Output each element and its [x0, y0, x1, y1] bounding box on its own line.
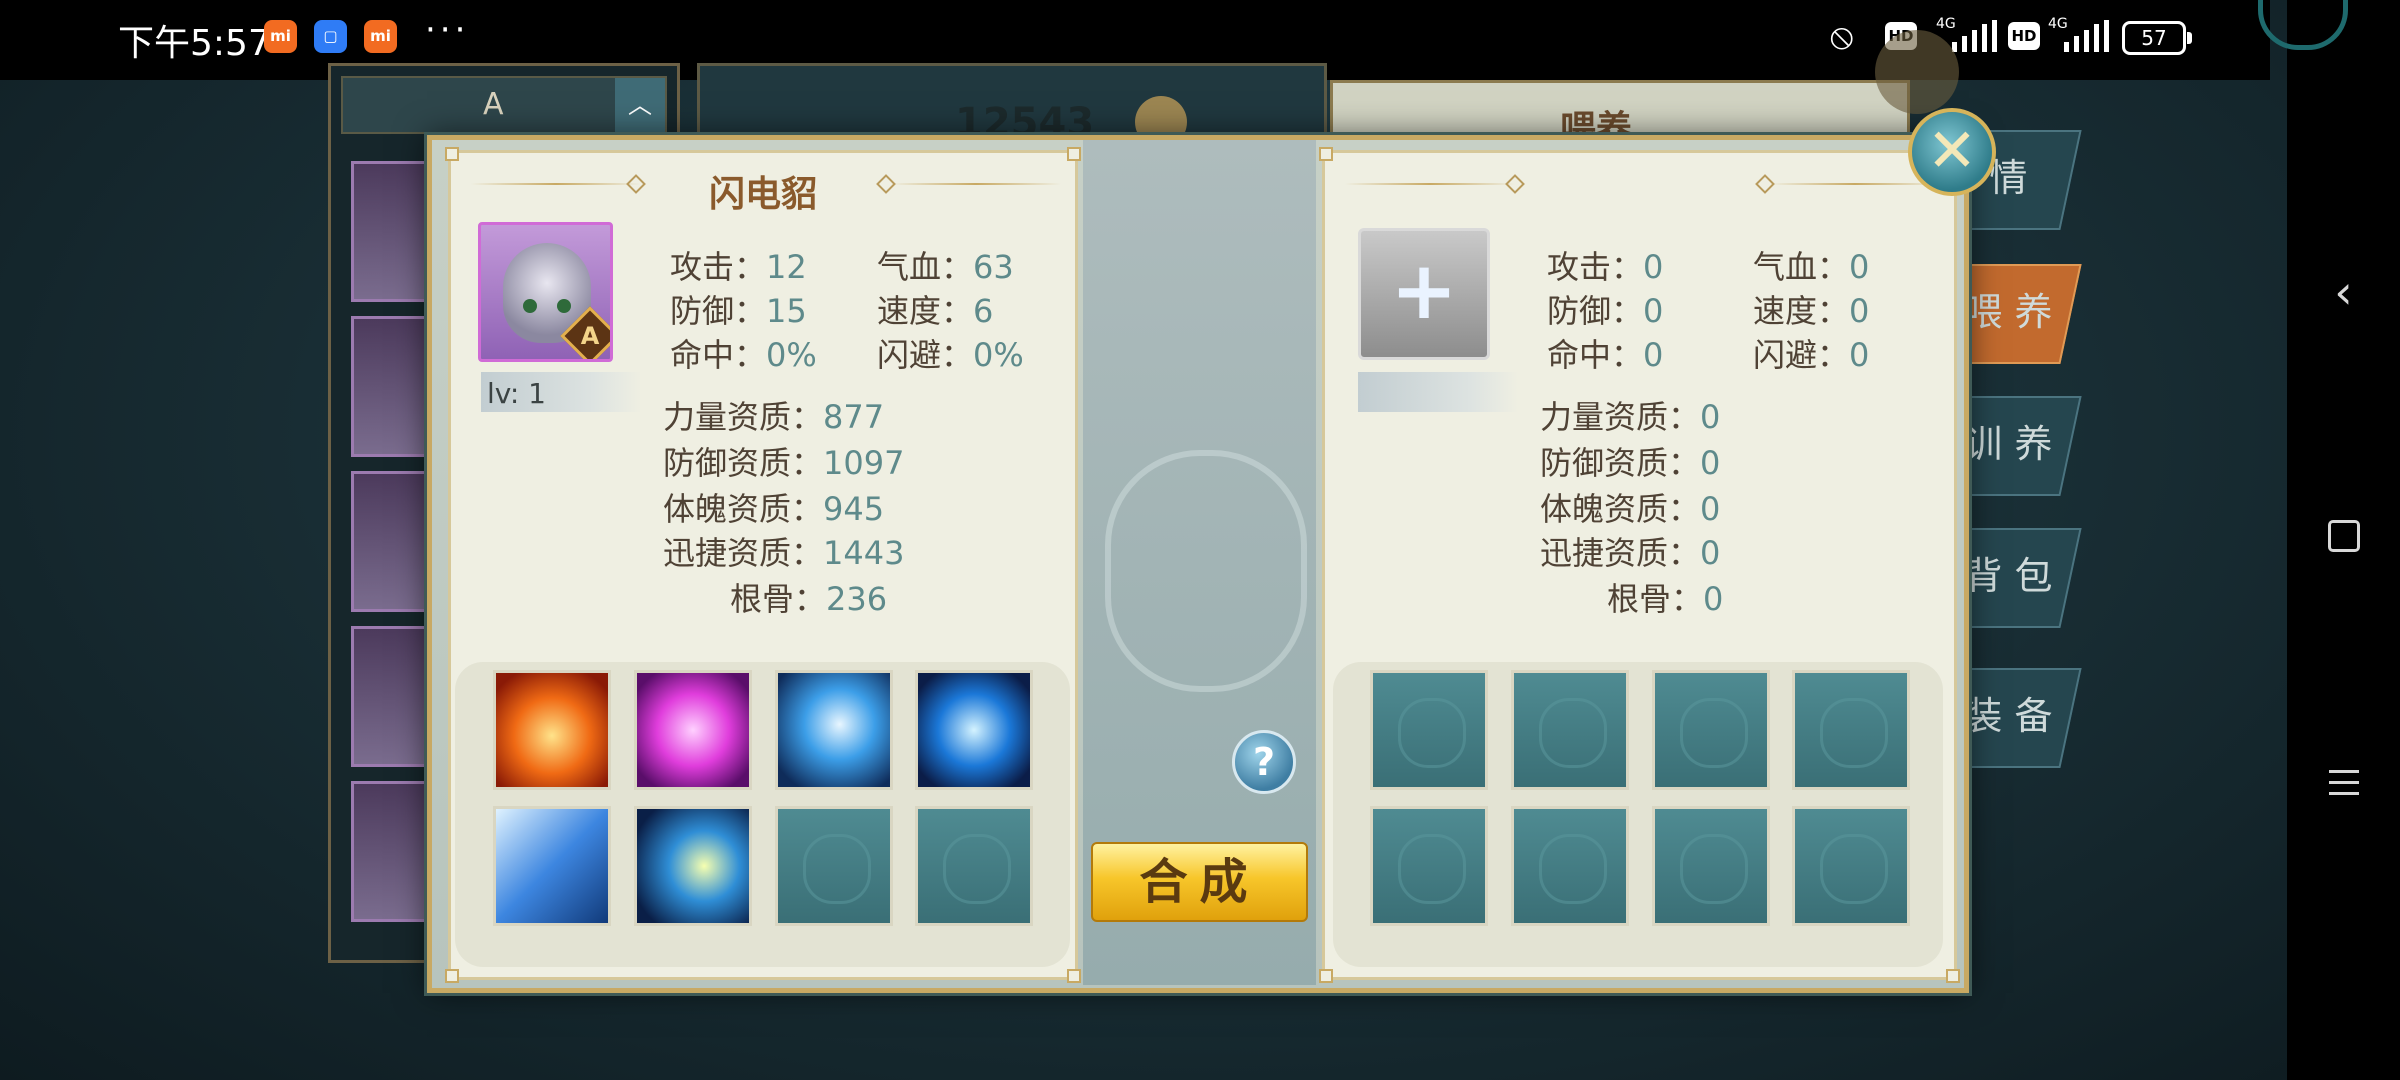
aptitude-constitution: 体魄资质：945 — [663, 490, 885, 528]
stat-dodge: 闪避：0% — [877, 336, 1024, 374]
stat-defense: 防御：0 — [1547, 292, 1664, 330]
pet-list-item[interactable] — [351, 161, 437, 302]
pet-list-filter[interactable]: A ︿ — [341, 76, 667, 134]
pet-name: 闪电貂 — [708, 174, 817, 215]
pet-list-item[interactable] — [351, 316, 437, 457]
stat-attack: 攻击：0 — [1547, 248, 1664, 286]
navigation-bar: ‹ — [2287, 0, 2400, 1080]
clock: 下午5:57 — [118, 23, 271, 64]
aptitude-agility: 迅捷资质：0 — [1540, 534, 1721, 572]
aptitude-defense: 防御资质：0 — [1540, 444, 1721, 482]
vibrate-off-icon: ⦸ — [1830, 16, 1854, 57]
back-icon[interactable]: ‹ — [2287, 265, 2400, 319]
collapse-caret-icon[interactable]: ︿ — [615, 78, 665, 132]
crossed-blades-skill-icon[interactable] — [915, 670, 1033, 790]
pet-level: lv: 1 — [487, 377, 546, 410]
stat-speed: 速度：6 — [877, 292, 994, 330]
plus-icon: + — [1390, 244, 1458, 337]
stat-hit: 命中：0 — [1547, 336, 1664, 374]
empty-skill-slot — [1652, 806, 1770, 926]
help-button[interactable]: ? — [1232, 730, 1296, 794]
recents-icon[interactable] — [2287, 762, 2400, 803]
empty-skill-slot — [775, 806, 893, 926]
empty-skill-slot — [915, 806, 1033, 926]
stat-hp: 气血：63 — [877, 248, 1014, 286]
stat-attack: 攻击：12 — [670, 248, 807, 286]
mi-icon: mi — [264, 20, 297, 53]
stat-hit: 命中：0% — [670, 336, 817, 374]
stat-hp: 气血：0 — [1753, 248, 1870, 286]
battery-icon: 57 — [2122, 21, 2192, 55]
aptitude-bone: 根骨：0 — [1607, 580, 1724, 618]
empty-skill-slot — [1792, 806, 1910, 926]
home-icon[interactable] — [2287, 520, 2400, 552]
aptitude-strength: 力量资质：877 — [663, 398, 885, 436]
aptitude-agility: 迅捷资质：1443 — [663, 534, 905, 572]
empty-skill-slot — [1792, 670, 1910, 790]
blue-arrow-skill-icon[interactable] — [493, 806, 611, 926]
aptitude-strength: 力量资质：0 — [1540, 398, 1721, 436]
hd-badge: HD — [2008, 22, 2040, 50]
level-bar — [1358, 372, 1518, 412]
mi-icon: mi — [364, 20, 397, 53]
stat-speed: 速度：0 — [1753, 292, 1870, 330]
empty-skill-slot — [1511, 670, 1629, 790]
more-notifications-icon: ··· — [425, 10, 470, 50]
pet-list-item[interactable] — [351, 626, 437, 767]
moon-strike-skill-icon[interactable] — [634, 806, 752, 926]
dragon-watermark-icon — [1105, 450, 1307, 692]
filter-label: A — [483, 87, 504, 122]
aptitude-constitution: 体魄资质：0 — [1540, 490, 1721, 528]
background-close-icon[interactable] — [1875, 30, 1959, 114]
signal-icon — [2050, 20, 2110, 52]
pink-vortex-skill-icon[interactable] — [634, 670, 752, 790]
close-button[interactable]: ✕ — [1908, 108, 1996, 196]
stat-dodge: 闪避：0 — [1753, 336, 1870, 374]
stat-defense: 防御：15 — [670, 292, 807, 330]
pet-list-item[interactable] — [351, 471, 437, 612]
empty-skill-slot — [1652, 670, 1770, 790]
message-icon: ▢ — [314, 20, 347, 53]
fire-skill-icon[interactable] — [493, 670, 611, 790]
pet-avatar[interactable]: A — [478, 222, 613, 362]
empty-skill-slot — [1370, 806, 1488, 926]
combine-button[interactable]: 合成 — [1091, 842, 1308, 922]
aptitude-defense: 防御资质：1097 — [663, 444, 905, 482]
pet-list-item[interactable] — [351, 781, 437, 922]
empty-skill-slot — [1511, 806, 1629, 926]
aptitude-bone: 根骨：236 — [730, 580, 888, 618]
empty-skill-slot — [1370, 670, 1488, 790]
add-pet-button[interactable]: + — [1358, 228, 1490, 360]
lightning-skill-icon[interactable] — [775, 670, 893, 790]
